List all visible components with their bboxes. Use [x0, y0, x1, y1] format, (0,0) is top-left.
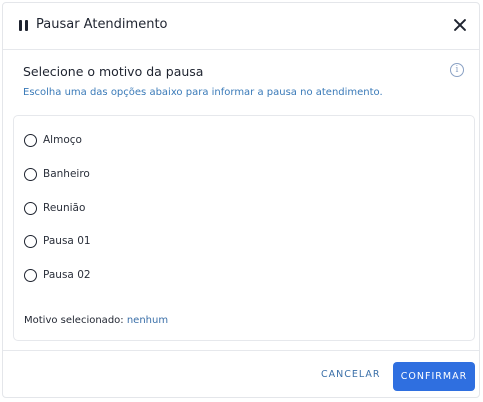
radio-option-reuniao[interactable]: Reunião [24, 200, 85, 216]
pause-icon [19, 20, 28, 31]
radio-option-pausa-02[interactable]: Pausa 02 [24, 267, 91, 283]
radio-button[interactable] [24, 133, 37, 147]
selected-reason-value: nenhum [126, 315, 169, 326]
dialog-footer: CANCELAR CONFIRMAR [3, 350, 479, 391]
radio-option-pausa-01[interactable]: Pausa 01 [24, 233, 91, 249]
radio-label: Pausa 02 [43, 269, 91, 281]
radio-label: Almoço [43, 134, 82, 146]
section-title: Selecione o motivo da pausa [23, 64, 204, 79]
close-icon[interactable] [451, 16, 469, 34]
radio-option-banheiro[interactable]: Banheiro [24, 166, 90, 182]
radio-option-almoco[interactable]: Almoço [24, 132, 82, 148]
radio-button[interactable] [24, 268, 37, 282]
options-box: Almoço Banheiro Reunião Pausa 01 Pausa 0… [13, 115, 475, 341]
radio-label: Banheiro [43, 168, 90, 180]
selected-reason: Motivo selecionado: nenhum [24, 315, 168, 326]
info-icon[interactable]: i [450, 63, 464, 77]
dialog-title: Pausar Atendimento [36, 17, 168, 32]
radio-button[interactable] [24, 234, 37, 248]
pause-dialog: Pausar Atendimento Selecione o motivo da… [2, 2, 480, 398]
radio-button[interactable] [24, 167, 37, 181]
radio-button[interactable] [24, 201, 37, 215]
section-subtitle: Escolha uma das opções abaixo para infor… [23, 87, 383, 98]
radio-label: Pausa 01 [43, 235, 91, 247]
selected-reason-label: Motivo selecionado: [24, 315, 124, 326]
radio-label: Reunião [43, 202, 86, 214]
confirm-button[interactable]: CONFIRMAR [393, 362, 475, 391]
dialog-header: Pausar Atendimento [3, 3, 479, 50]
cancel-button[interactable]: CANCELAR [321, 369, 381, 380]
